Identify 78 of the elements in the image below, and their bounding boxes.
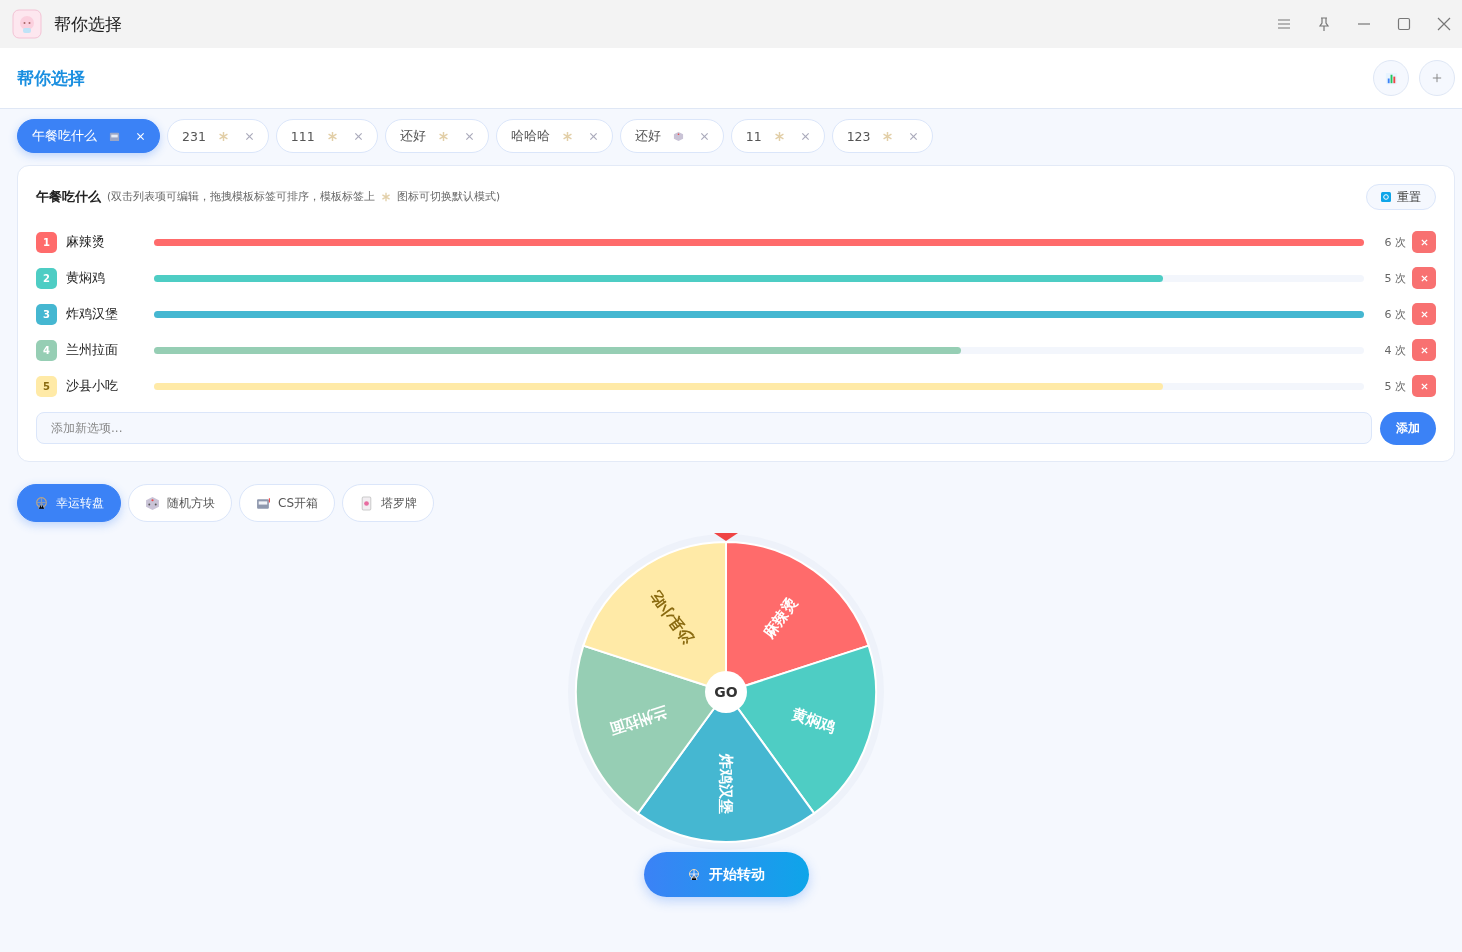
dice-icon: [145, 495, 160, 511]
option-name[interactable]: 麻辣烫: [66, 233, 154, 251]
template-tab[interactable]: 哈哈哈: [495, 119, 613, 153]
bar-chart-icon: [1383, 70, 1399, 86]
card-icon: [359, 495, 374, 511]
new-option-field[interactable]: 添加新选项...: [36, 412, 1372, 444]
template-tab[interactable]: 123: [831, 119, 934, 153]
close-icon[interactable]: [353, 131, 363, 141]
count-text: 6 次: [1383, 306, 1406, 322]
mode-tab[interactable]: 幸运转盘: [17, 484, 121, 522]
ferris-wheel-icon: [687, 867, 701, 882]
count-text: 5 次: [1383, 270, 1406, 286]
close-icon: [1420, 310, 1428, 318]
template-tab[interactable]: 午餐吃什么: [17, 119, 160, 153]
close-icon[interactable]: [699, 131, 709, 141]
close-icon: [1420, 382, 1428, 390]
delete-button[interactable]: [1412, 339, 1436, 361]
count-text: 6 次: [1383, 234, 1406, 250]
reset-button[interactable]: 重置: [1366, 184, 1436, 210]
template-tab[interactable]: 11: [730, 119, 825, 153]
snowflake-icon[interactable]: [217, 130, 229, 142]
snowflake-icon[interactable]: [437, 130, 449, 142]
close-icon: [1420, 238, 1428, 246]
delete-button[interactable]: [1412, 303, 1436, 325]
delete-button[interactable]: [1412, 375, 1436, 397]
index-badge: 5: [36, 375, 57, 397]
close-icon[interactable]: [909, 131, 919, 141]
snowflake-icon: [381, 192, 392, 202]
close-icon[interactable]: [244, 131, 254, 141]
hint-text: (双击列表项可编辑，拖拽模板标签可排序，模板标签上: [107, 190, 376, 204]
template-tab[interactable]: 还好: [619, 119, 724, 153]
close-icon[interactable]: [800, 131, 810, 141]
ferris-wheel-icon: [34, 495, 49, 511]
option-name[interactable]: 沙县小吃: [66, 377, 154, 395]
snowflake-icon[interactable]: [882, 130, 894, 142]
template-tab[interactable]: 还好: [384, 119, 489, 153]
template-tab[interactable]: 231: [167, 119, 269, 153]
add-button[interactable]: [1419, 60, 1455, 96]
mode-tab[interactable]: 塔罗牌: [342, 484, 434, 522]
close-icon[interactable]: [588, 131, 598, 141]
mode-tab[interactable]: CS开箱: [239, 484, 335, 522]
pointer-icon: [714, 533, 738, 541]
index-badge: 3: [36, 303, 57, 325]
menu-icon[interactable]: [1276, 16, 1292, 32]
pin-icon[interactable]: [1316, 16, 1332, 32]
snowflake-icon[interactable]: [561, 130, 573, 142]
index-badge: 4: [36, 339, 57, 361]
refresh-icon: [1381, 192, 1391, 202]
close-icon[interactable]: [464, 131, 474, 141]
index-badge: 2: [36, 267, 57, 289]
index-badge: 1: [36, 231, 57, 253]
snowflake-icon[interactable]: [773, 130, 785, 142]
page-title: 帮你选择: [17, 66, 85, 90]
window-title: 帮你选择: [54, 12, 122, 36]
slot-machine-icon[interactable]: [109, 130, 120, 142]
app-logo-icon: [12, 9, 42, 39]
option-name[interactable]: 兰州拉面: [66, 341, 154, 359]
count-text: 4 次: [1383, 342, 1406, 358]
count-text: 5 次: [1383, 378, 1406, 394]
close-icon: [1420, 274, 1428, 282]
mode-tab[interactable]: 随机方块: [128, 484, 232, 522]
maximize-icon[interactable]: [1396, 16, 1412, 32]
close-icon: [1420, 346, 1428, 354]
card-title: 午餐吃什么: [36, 188, 101, 206]
template-tab[interactable]: 111: [275, 119, 378, 153]
close-icon[interactable]: [1436, 16, 1452, 32]
delete-button[interactable]: [1412, 231, 1436, 253]
dice-icon[interactable]: [672, 130, 684, 142]
slot-machine-icon: [256, 495, 271, 511]
go-button[interactable]: GO: [705, 671, 747, 713]
plus-icon: [1432, 73, 1442, 83]
option-name[interactable]: 黄焖鸡: [66, 269, 154, 287]
option-name[interactable]: 炸鸡汉堡: [66, 305, 154, 323]
snowflake-icon[interactable]: [326, 130, 338, 142]
hint-text: 图标可切换默认模式): [397, 190, 501, 204]
delete-button[interactable]: [1412, 267, 1436, 289]
add-option-button[interactable]: 添加: [1380, 412, 1436, 445]
statistics-button[interactable]: [1373, 60, 1409, 96]
